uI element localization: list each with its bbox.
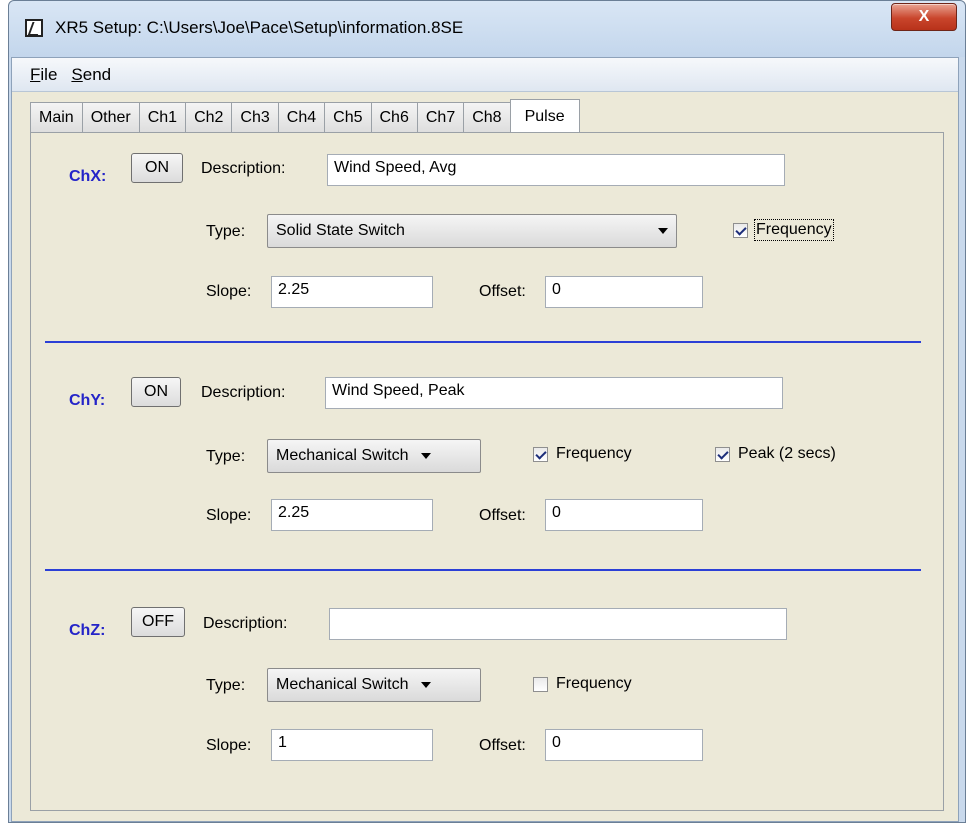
tab-other[interactable]: Other [81, 102, 139, 132]
description-label: Description: [201, 384, 286, 401]
menu-file[interactable]: File [26, 63, 61, 87]
title-bar[interactable]: XR5 Setup: C:\Users\Joe\Pace\Setup\infor… [9, 1, 965, 57]
offset-label: Offset: [479, 283, 526, 300]
type-label: Type: [206, 448, 246, 465]
channel-z-slope-input[interactable]: 1 [271, 729, 433, 761]
peak-label: Peak (2 secs) [738, 445, 836, 462]
chevron-down-icon [420, 453, 431, 459]
tab-strip: Main Other Ch1 Ch2 Ch3 Ch4 Ch5 Ch6 Ch7 C… [30, 98, 580, 133]
channel-x-type-select[interactable]: Solid State Switch [267, 214, 677, 248]
tab-ch2[interactable]: Ch2 [185, 102, 232, 132]
channel-z-label: ChZ: [69, 622, 106, 639]
close-icon: X [918, 8, 930, 25]
tab-pulse[interactable]: Pulse [509, 99, 580, 133]
menu-bar: File Send [12, 58, 958, 92]
channel-x-label: ChX: [69, 168, 107, 185]
channel-z-type-value: Mechanical Switch [276, 676, 409, 693]
channel-y-section: ChY: ON Description: Wind Speed, Peak Ty… [31, 361, 943, 597]
channel-y-label: ChY: [69, 392, 106, 409]
checkbox-icon [533, 446, 548, 462]
channel-y-type-value: Mechanical Switch [276, 447, 409, 464]
tab-main[interactable]: Main [30, 102, 82, 132]
tab-ch8[interactable]: Ch8 [463, 102, 510, 132]
slope-label: Slope: [206, 737, 252, 754]
checkbox-icon [733, 222, 748, 238]
checkbox-icon [533, 676, 548, 692]
slope-label: Slope: [206, 283, 252, 300]
frequency-label: Frequency [556, 445, 632, 462]
description-label: Description: [201, 160, 286, 177]
description-label: Description: [203, 615, 288, 632]
channel-x-section: ChX: ON Description: Wind Speed, Avg Typ… [31, 133, 943, 369]
tab-ch6[interactable]: Ch6 [370, 102, 417, 132]
offset-label: Offset: [479, 737, 526, 754]
chevron-down-icon [658, 228, 668, 234]
channel-z-toggle-button[interactable]: OFF [131, 607, 185, 637]
channel-y-toggle-button[interactable]: ON [131, 377, 181, 407]
channel-x-toggle-button[interactable]: ON [131, 153, 183, 183]
offset-label: Offset: [479, 507, 526, 524]
frequency-label: Frequency [556, 675, 632, 692]
channel-z-offset-input[interactable]: 0 [545, 729, 703, 761]
app-icon [25, 19, 43, 37]
channel-z-description-input[interactable] [329, 608, 787, 640]
close-button[interactable]: X [891, 3, 957, 31]
channel-y-description-input[interactable]: Wind Speed, Peak [325, 377, 783, 409]
type-label: Type: [206, 677, 246, 694]
channel-z-frequency-checkbox[interactable]: Frequency [533, 675, 632, 693]
tab-ch1[interactable]: Ch1 [138, 102, 186, 132]
checkbox-icon [715, 446, 730, 462]
channel-y-peak-checkbox[interactable]: Peak (2 secs) [715, 445, 836, 463]
tab-ch5[interactable]: Ch5 [324, 102, 371, 132]
pulse-panel: ChX: ON Description: Wind Speed, Avg Typ… [30, 132, 944, 811]
tab-ch4[interactable]: Ch4 [277, 102, 325, 132]
section-divider [45, 569, 921, 571]
slope-label: Slope: [206, 507, 252, 524]
channel-z-type-select[interactable]: Mechanical Switch [267, 668, 481, 702]
channel-y-slope-input[interactable]: 2.25 [271, 499, 433, 531]
type-label: Type: [206, 223, 246, 240]
app-window: XR5 Setup: C:\Users\Joe\Pace\Setup\infor… [8, 0, 966, 823]
channel-z-section: ChZ: OFF Description: Type: Mechanical S… [31, 589, 943, 825]
frequency-label: Frequency [754, 219, 834, 241]
channel-y-type-select[interactable]: Mechanical Switch [267, 439, 481, 473]
client-area: File Send Main Other Ch1 Ch2 Ch3 Ch4 Ch5… [11, 57, 959, 822]
tab-ch3[interactable]: Ch3 [231, 102, 278, 132]
menu-send[interactable]: Send [67, 63, 115, 87]
channel-y-frequency-checkbox[interactable]: Frequency [533, 445, 632, 463]
channel-x-slope-input[interactable]: 2.25 [271, 276, 433, 308]
channel-x-type-value: Solid State Switch [276, 222, 405, 239]
channel-x-frequency-checkbox[interactable]: Frequency [733, 219, 834, 241]
channel-x-description-input[interactable]: Wind Speed, Avg [327, 154, 785, 186]
chevron-down-icon [420, 682, 431, 688]
channel-y-offset-input[interactable]: 0 [545, 499, 703, 531]
section-divider [45, 341, 921, 343]
window-title: XR5 Setup: C:\Users\Joe\Pace\Setup\infor… [55, 18, 464, 37]
channel-x-offset-input[interactable]: 0 [545, 276, 703, 308]
tab-ch7[interactable]: Ch7 [416, 102, 464, 132]
